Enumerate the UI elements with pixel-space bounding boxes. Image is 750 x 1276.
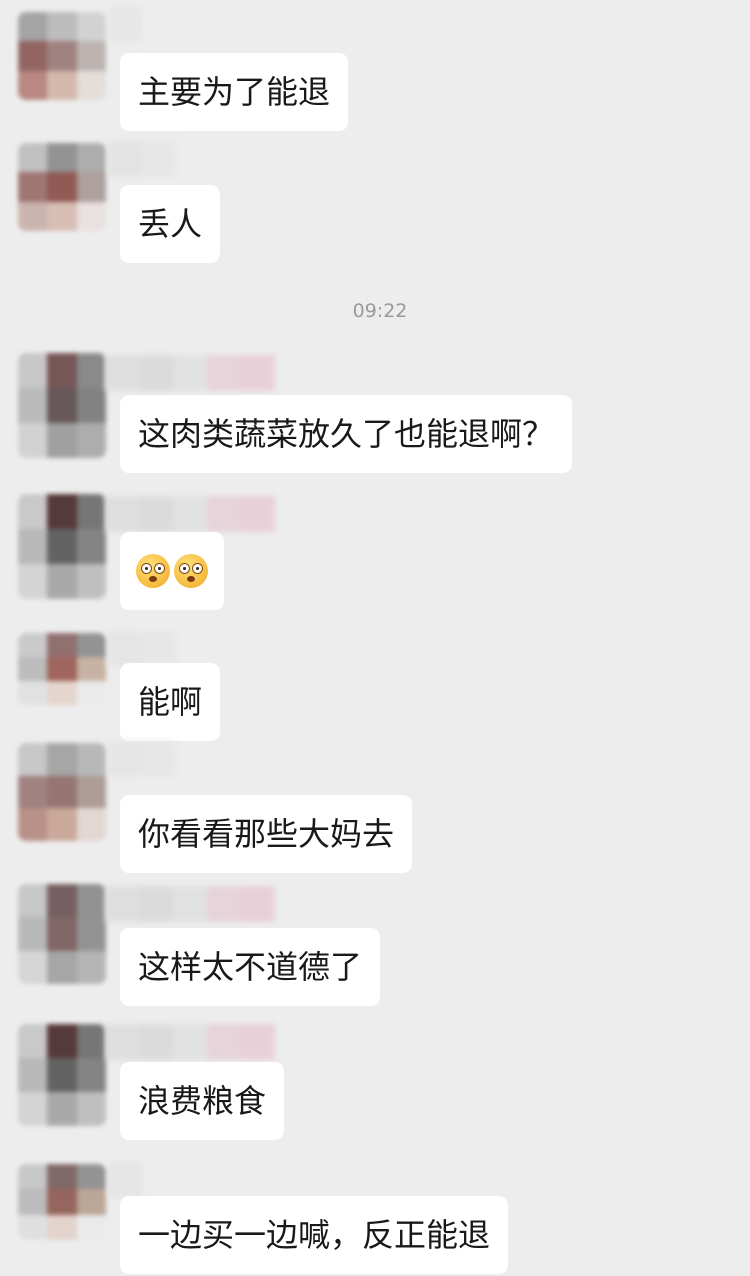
sender-name-blurred (105, 1024, 275, 1060)
message-bubble[interactable]: 主要为了能退 (120, 53, 349, 131)
sender-name-blurred (105, 355, 275, 391)
avatar[interactable] (18, 884, 106, 984)
message-bubble[interactable]: 丢人 (120, 185, 221, 263)
avatar[interactable] (18, 12, 106, 100)
sender-name-blurred (105, 496, 275, 532)
avatar[interactable] (18, 1164, 106, 1240)
avatar[interactable] (18, 353, 106, 458)
astonished-face-icon (136, 554, 170, 588)
astonished-face-icon (174, 554, 208, 588)
sender-name-blurred (108, 741, 176, 777)
avatar[interactable] (18, 633, 106, 705)
sender-name-blurred (108, 631, 176, 667)
avatar[interactable] (18, 143, 106, 231)
sender-name-blurred (108, 1162, 142, 1198)
avatar[interactable] (18, 743, 106, 841)
message-bubble[interactable]: 这肉类蔬菜放久了也能退啊？ (120, 395, 573, 473)
message-bubble[interactable]: 你看看那些大妈去 (120, 795, 413, 873)
sender-name-blurred (108, 6, 142, 42)
sender-name-blurred (108, 141, 176, 177)
message-bubble[interactable] (120, 532, 224, 610)
timestamp: 09:22 (352, 300, 408, 322)
message-bubble[interactable]: 一边买一边喊，反正能退 (120, 1196, 509, 1274)
avatar[interactable] (18, 1024, 106, 1126)
message-bubble[interactable]: 能啊 (120, 663, 221, 741)
sender-name-blurred (105, 886, 275, 922)
avatar[interactable] (18, 494, 106, 599)
message-bubble[interactable]: 这样太不道德了 (120, 928, 381, 1006)
message-bubble[interactable]: 浪费粮食 (120, 1062, 285, 1140)
